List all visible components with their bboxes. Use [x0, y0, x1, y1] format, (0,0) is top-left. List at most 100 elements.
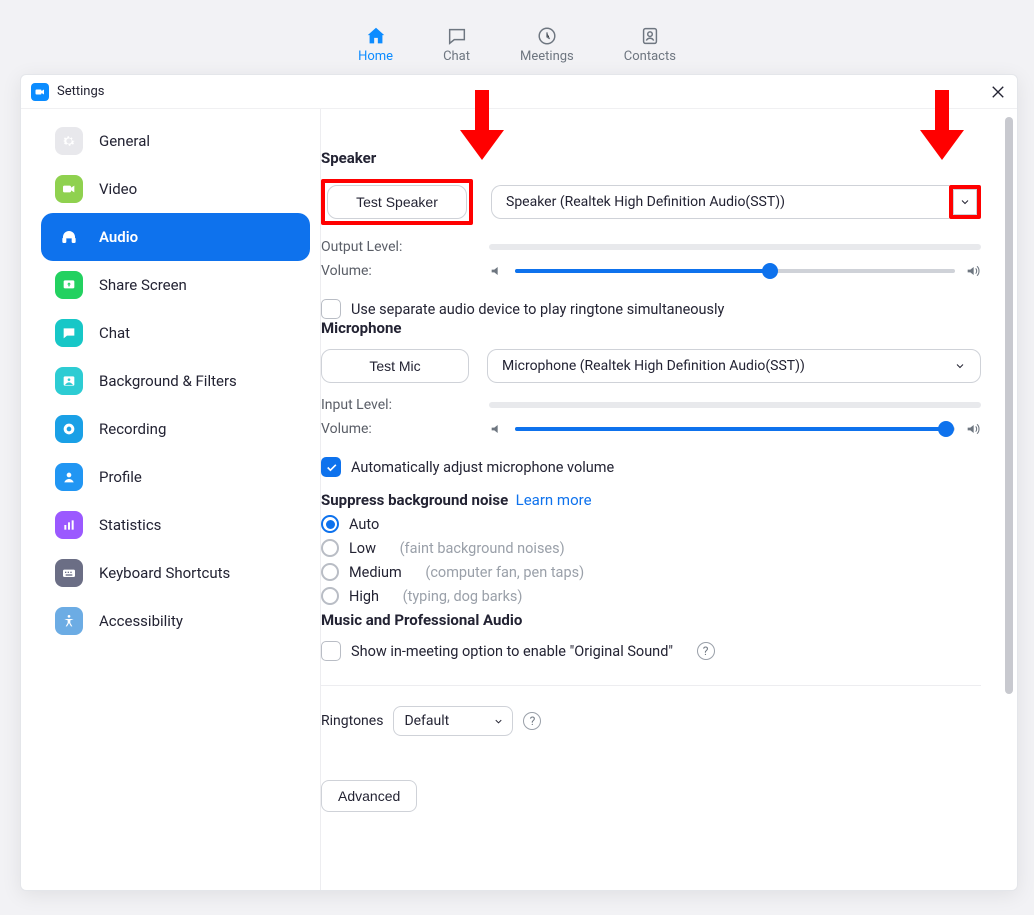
nav-label: Home: [358, 49, 393, 64]
close-icon: [989, 83, 1007, 101]
sidebar-item-keyboard-shortcuts[interactable]: Keyboard Shortcuts: [41, 549, 310, 597]
recording-icon: [55, 415, 83, 443]
input-level-label: Input Level:: [321, 397, 471, 413]
suppress-option-low[interactable]: Low (faint background noises): [321, 539, 981, 557]
sidebar-item-audio[interactable]: Audio: [41, 213, 310, 261]
volume-high-icon: [965, 263, 981, 279]
test-speaker-button[interactable]: Test Speaker: [327, 185, 467, 219]
radio-hint: (typing, dog barks): [403, 588, 523, 605]
sidebar-item-accessibility[interactable]: Accessibility: [41, 597, 310, 645]
sidebar-item-label: Accessibility: [99, 612, 183, 630]
sidebar-item-label: Video: [99, 180, 137, 198]
ringtones-label: Ringtones: [321, 713, 383, 729]
speaker-device-caret[interactable]: [953, 189, 977, 215]
suppress-option-high[interactable]: High (typing, dog barks): [321, 587, 981, 605]
suppress-heading: Suppress background noise: [321, 491, 508, 509]
advanced-button[interactable]: Advanced: [321, 780, 417, 812]
nav-meetings[interactable]: Meetings: [520, 25, 574, 64]
radio-icon: [321, 539, 339, 557]
highlight-speaker-caret: [949, 185, 981, 219]
chevron-down-icon: [954, 360, 966, 372]
microphone-device-select[interactable]: Microphone (Realtek High Definition Audi…: [487, 349, 981, 383]
statistics-icon: [55, 511, 83, 539]
nav-contacts[interactable]: Contacts: [624, 25, 676, 64]
accessibility-icon: [55, 607, 83, 635]
checkbox-box: [321, 457, 341, 477]
suppress-option-medium[interactable]: Medium (computer fan, pen taps): [321, 563, 981, 581]
radio-hint: (computer fan, pen taps): [425, 564, 584, 581]
sidebar-item-label: General: [99, 132, 150, 150]
checkbox-label: Use separate audio device to play ringto…: [351, 301, 724, 318]
radio-label: Low: [349, 540, 376, 557]
sidebar-item-recording[interactable]: Recording: [41, 405, 310, 453]
sidebar-item-label: Chat: [99, 324, 130, 342]
checkbox-box: [321, 299, 341, 319]
checkbox-label: Show in-meeting option to enable "Origin…: [351, 643, 673, 660]
window-title: Settings: [57, 84, 104, 99]
sidebar-item-chat[interactable]: Chat: [41, 309, 310, 357]
mic-volume-slider[interactable]: [515, 427, 955, 431]
zoom-app-icon: [31, 83, 49, 101]
home-icon: [365, 25, 387, 47]
volume-low-icon: [489, 263, 505, 279]
speaker-device-value: Speaker (Realtek High Definition Audio(S…: [506, 194, 785, 210]
nav-label: Contacts: [624, 49, 676, 64]
auto-adjust-checkbox[interactable]: Automatically adjust microphone volume: [321, 457, 981, 477]
suppress-option-auto[interactable]: Auto: [321, 515, 981, 533]
mic-volume-label: Volume:: [321, 421, 471, 437]
separate-ringtone-checkbox[interactable]: Use separate audio device to play ringto…: [321, 299, 981, 319]
nav-chat[interactable]: Chat: [443, 25, 470, 64]
clock-icon: [536, 25, 558, 47]
sidebar-item-profile[interactable]: Profile: [41, 453, 310, 501]
settings-content-scroll[interactable]: Speaker Test Speaker Speaker (Realtek Hi…: [321, 109, 1005, 890]
sidebar-item-label: Audio: [99, 228, 138, 246]
music-heading: Music and Professional Audio: [321, 611, 981, 629]
nav-label: Meetings: [520, 49, 574, 64]
help-icon[interactable]: ?: [523, 712, 541, 730]
radio-label: Medium: [349, 564, 402, 581]
output-level-label: Output Level:: [321, 239, 471, 255]
speaker-heading: Speaker: [321, 149, 981, 167]
test-mic-button[interactable]: Test Mic: [321, 349, 469, 383]
sidebar-item-general[interactable]: General: [41, 117, 310, 165]
divider: [321, 685, 981, 686]
suppress-learn-more-link[interactable]: Learn more: [516, 491, 592, 509]
chevron-down-icon: [959, 196, 971, 208]
scrollbar-thumb[interactable]: [1005, 117, 1013, 694]
speaker-device-select[interactable]: Speaker (Realtek High Definition Audio(S…: [491, 185, 949, 219]
volume-low-icon: [489, 421, 505, 437]
chat-icon: [55, 319, 83, 347]
output-level-meter: [489, 244, 981, 250]
radio-label: High: [349, 588, 379, 605]
ringtones-select[interactable]: Default: [393, 706, 513, 736]
sidebar-item-video[interactable]: Video: [41, 165, 310, 213]
titlebar: Settings: [21, 75, 1017, 109]
sidebar-item-label: Share Screen: [99, 276, 187, 294]
chevron-down-icon: [493, 716, 504, 727]
radio-icon: [321, 587, 339, 605]
checkbox-label: Automatically adjust microphone volume: [351, 459, 614, 476]
sidebar-item-background[interactable]: Background & Filters: [41, 357, 310, 405]
sidebar-item-statistics[interactable]: Statistics: [41, 501, 310, 549]
microphone-device-value: Microphone (Realtek High Definition Audi…: [502, 358, 805, 374]
sidebar-item-label: Recording: [99, 420, 166, 438]
content-scrollbar[interactable]: [1001, 115, 1015, 884]
help-icon[interactable]: ?: [697, 642, 715, 660]
settings-window: Settings General Video Audio Share Scree…: [20, 74, 1018, 891]
settings-sidebar: General Video Audio Share Screen Chat Ba…: [21, 109, 321, 890]
close-button[interactable]: [989, 83, 1007, 101]
speaker-volume-slider[interactable]: [515, 269, 955, 273]
nav-home[interactable]: Home: [358, 25, 393, 64]
volume-high-icon: [965, 421, 981, 437]
headphones-icon: [55, 223, 83, 251]
highlight-test-speaker: Test Speaker: [321, 179, 473, 225]
background-icon: [55, 367, 83, 395]
sidebar-item-share-screen[interactable]: Share Screen: [41, 261, 310, 309]
original-sound-checkbox[interactable]: Show in-meeting option to enable "Origin…: [321, 641, 981, 661]
sidebar-item-label: Statistics: [99, 516, 161, 534]
video-icon: [55, 175, 83, 203]
chat-bubble-icon: [446, 25, 468, 47]
radio-label: Auto: [349, 516, 379, 533]
input-level-meter: [489, 402, 981, 408]
gear-icon: [55, 127, 83, 155]
